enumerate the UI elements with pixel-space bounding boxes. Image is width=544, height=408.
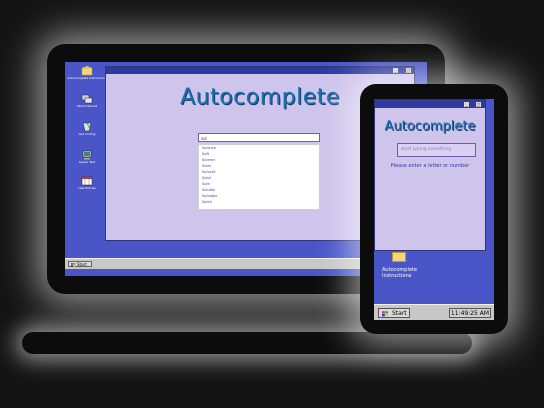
folder-icon — [81, 66, 93, 76]
taskbar-clock: 11:49:25 AM — [449, 308, 491, 318]
minimize-button[interactable]: _ — [464, 101, 469, 107]
autocomplete-window: _ ▢ Autocomplete start typing something … — [374, 99, 486, 251]
start-label: Start — [77, 261, 87, 267]
desktop-icon-label: Get Coding — [78, 132, 96, 136]
desktop-icon-get-coding[interactable]: Get Coding — [67, 122, 107, 137]
desktop-icon-last-entries[interactable]: Last Entries — [67, 176, 107, 191]
computer-icon — [82, 150, 92, 160]
window-titlebar[interactable]: _ ▢ — [106, 67, 414, 74]
laptop-base — [22, 332, 472, 354]
desktop-icon-speed-test[interactable]: Speed Test — [67, 150, 107, 165]
phone-device: _ ▢ Autocomplete start typing something … — [360, 84, 508, 334]
taskbar: Start 11:49:25 AM — [374, 304, 494, 320]
phone-desktop: _ ▢ Autocomplete start typing something … — [374, 99, 494, 320]
search-input[interactable]: start typing something — [397, 143, 476, 157]
desktop-icon-label: Last Entries — [78, 186, 96, 190]
start-button[interactable]: Start — [378, 308, 410, 318]
start-button[interactable]: Start — [68, 260, 92, 267]
desktop-icon-label: Autocomplete Instructions — [67, 76, 107, 80]
windows-logo-icon — [382, 310, 389, 316]
desktop-icon-internet[interactable]: Start Internet — [67, 94, 107, 109]
start-label: Start — [392, 310, 407, 317]
folder-icon[interactable] — [392, 252, 406, 262]
maximize-button[interactable]: ▢ — [476, 101, 481, 107]
window-titlebar[interactable]: _ ▢ — [375, 100, 485, 108]
page-title: Autocomplete — [384, 119, 476, 134]
paint-icon — [82, 122, 92, 132]
hint-text: Please enter a letter or number — [390, 163, 470, 169]
desktop-icon-instructions[interactable]: Autocomplete Instructions — [67, 66, 107, 81]
suggestion-list: Solstice Soft Solemn Solar Solvent Solid… — [198, 144, 320, 210]
calendar-icon — [81, 176, 93, 186]
network-icon — [81, 94, 93, 104]
desktop-icon-label[interactable]: Autocomplete Instructions — [382, 267, 442, 279]
windows-logo-icon — [71, 262, 76, 267]
minimize-button[interactable]: _ — [393, 68, 398, 73]
search-input[interactable]: sol — [198, 133, 320, 142]
desktop-icon-label: Speed Test — [78, 160, 96, 164]
maximize-button[interactable]: ▢ — [406, 68, 411, 73]
suggestion-item[interactable]: Soleil — [199, 199, 319, 205]
desktop-icon-label: Start Internet — [76, 104, 98, 108]
